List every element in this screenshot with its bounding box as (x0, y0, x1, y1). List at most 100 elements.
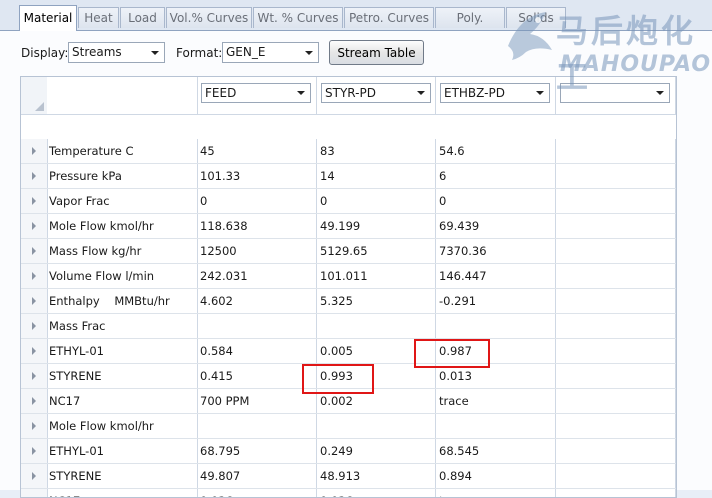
grid-cell[interactable]: trace (436, 389, 556, 413)
row-selector[interactable] (21, 414, 48, 438)
grid-cell[interactable]: 0.013 (436, 364, 556, 388)
tab-load[interactable]: Load (120, 7, 165, 28)
table-row[interactable]: Pressure kPa 101.33 14 6 (21, 164, 676, 189)
row-selector[interactable] (21, 364, 48, 388)
grid-cell[interactable] (556, 189, 676, 213)
table-row[interactable]: Mole Flow kmol/hr 118.638 49.199 69.439 (21, 214, 676, 239)
grid-cell[interactable] (556, 389, 676, 413)
grid-cell[interactable]: 101.011 (317, 264, 436, 288)
grid-cell[interactable]: 0.584 (197, 339, 317, 363)
grid-cell[interactable] (556, 339, 676, 363)
grid-cell[interactable] (556, 164, 676, 188)
row-selector[interactable] (21, 339, 48, 363)
table-row[interactable]: Mass Flow kg/hr 12500 5129.65 7370.36 (21, 239, 676, 264)
tab-wt-curves[interactable]: Wt. % Curves (253, 7, 343, 28)
grid-cell[interactable] (556, 364, 676, 388)
stream-select-empty[interactable] (560, 83, 670, 103)
stream-table-button[interactable]: Stream Table (329, 40, 424, 65)
row-selector[interactable] (21, 214, 48, 238)
grid-cell[interactable]: 48.913 (317, 464, 436, 488)
table-row[interactable]: ETHYL-01 68.795 0.249 68.545 (21, 439, 676, 464)
grid-cell[interactable]: 12500 (197, 239, 317, 263)
grid-cell[interactable]: 0 (436, 189, 556, 213)
display-select[interactable]: Streams (68, 42, 165, 63)
grid-cell[interactable] (556, 314, 676, 338)
table-row[interactable]: NC170.0360.036trace (21, 489, 676, 497)
row-selector[interactable] (21, 389, 48, 413)
grid-cell[interactable]: 68.795 (197, 439, 317, 463)
grid-cell[interactable]: 0.005 (317, 339, 436, 363)
grid-cell[interactable]: 0.249 (317, 439, 436, 463)
grid-cell[interactable]: -0.291 (436, 289, 556, 313)
stream-select-ethbz-pd[interactable]: ETHBZ-PD (440, 83, 550, 103)
table-row[interactable]: Temperature C 45 83 54.6 (21, 139, 676, 164)
table-row[interactable]: NC17 700 PPM 0.002 trace (21, 389, 676, 414)
grid-cell[interactable] (197, 414, 317, 438)
grid-cell[interactable]: 242.031 (197, 264, 317, 288)
row-selector[interactable] (21, 314, 48, 338)
row-selector[interactable] (21, 464, 48, 488)
grid-cell[interactable] (556, 239, 676, 263)
grid-cell[interactable]: trace (436, 489, 556, 497)
grid-cell[interactable]: 0.415 (197, 364, 317, 388)
grid-cell[interactable] (556, 289, 676, 313)
grid-cell[interactable]: 4.602 (197, 289, 317, 313)
tab-poly-curves[interactable]: Poly. Curves (435, 7, 505, 46)
grid-cell[interactable]: 7370.36 (436, 239, 556, 263)
grid-cell[interactable]: 5129.65 (317, 239, 436, 263)
grid-cell[interactable]: 68.545 (436, 439, 556, 463)
tab-material[interactable]: Material (19, 5, 77, 31)
grid-cell[interactable]: 54.6 (436, 139, 556, 163)
row-selector[interactable] (21, 164, 48, 188)
grid-cell[interactable] (556, 414, 676, 438)
tab-heat[interactable]: Heat (78, 7, 119, 28)
table-row[interactable]: ETHYL-01 0.584 0.005 0.987 (21, 339, 676, 364)
grid-cell[interactable]: 700 PPM (197, 389, 317, 413)
stream-select-styr-pd[interactable]: STYR-PD (321, 83, 431, 103)
table-row[interactable]: Mole Flow kmol/hr (21, 414, 676, 439)
grid-cell[interactable]: 45 (197, 139, 317, 163)
select-all-corner[interactable] (21, 77, 48, 114)
tab-solids[interactable]: Solids (506, 7, 566, 28)
row-selector[interactable] (21, 489, 48, 497)
grid-cell[interactable]: 0.993 (317, 364, 436, 388)
table-row[interactable]: Volume Flow l/min 242.031 101.011 146.447 (21, 264, 676, 289)
grid-cell[interactable]: 14 (317, 164, 436, 188)
grid-cell[interactable]: 146.447 (436, 264, 556, 288)
grid-cell[interactable] (197, 314, 317, 338)
table-row[interactable]: Vapor Frac 0 0 0 (21, 189, 676, 214)
grid-cell[interactable] (556, 214, 676, 238)
grid-cell[interactable]: 0.036 (197, 489, 317, 497)
table-row[interactable]: STYRENE 0.415 0.993 0.013 (21, 364, 676, 389)
grid-cell[interactable]: 0.036 (317, 489, 436, 497)
grid-cell[interactable]: 5.325 (317, 289, 436, 313)
grid-cell[interactable]: 0 (197, 189, 317, 213)
grid-cell[interactable]: 49.807 (197, 464, 317, 488)
stream-select-feed[interactable]: FEED (201, 83, 311, 103)
grid-cell[interactable] (436, 314, 556, 338)
row-selector[interactable] (21, 239, 48, 263)
grid-cell[interactable] (556, 489, 676, 497)
grid-cell[interactable]: 6 (436, 164, 556, 188)
table-row[interactable]: Enthalpy MMBtu/hr 4.602 5.325 -0.291 (21, 289, 676, 314)
grid-cell[interactable] (436, 414, 556, 438)
grid-cell[interactable]: 69.439 (436, 214, 556, 238)
grid-cell[interactable] (556, 439, 676, 463)
grid-cell[interactable] (317, 314, 436, 338)
table-row[interactable]: STYRENE 49.807 48.913 0.894 (21, 464, 676, 489)
row-selector[interactable] (21, 439, 48, 463)
grid-cell[interactable] (556, 464, 676, 488)
grid-cell[interactable]: 118.638 (197, 214, 317, 238)
grid-cell[interactable] (556, 139, 676, 163)
grid-cell[interactable]: 83 (317, 139, 436, 163)
grid-cell[interactable]: 0.002 (317, 389, 436, 413)
format-select[interactable]: GEN_E (222, 42, 319, 63)
grid-cell[interactable]: 0 (317, 189, 436, 213)
row-selector[interactable] (21, 139, 48, 163)
table-row[interactable]: Mass Frac (21, 314, 676, 339)
grid-cell[interactable]: 49.199 (317, 214, 436, 238)
row-selector[interactable] (21, 189, 48, 213)
grid-cell[interactable]: 0.894 (436, 464, 556, 488)
grid-cell[interactable]: 101.33 (197, 164, 317, 188)
grid-cell[interactable] (317, 414, 436, 438)
